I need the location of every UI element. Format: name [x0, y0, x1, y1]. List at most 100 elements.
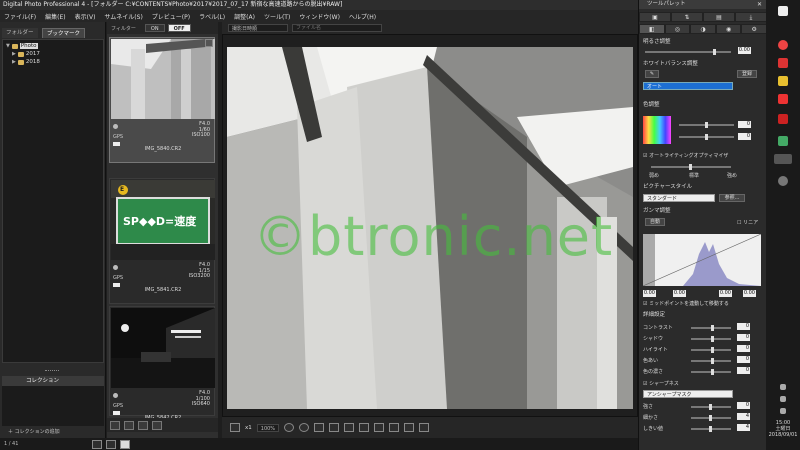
detail-highlight-value[interactable]: 0	[737, 345, 750, 352]
gamma-auto-button[interactable]: 自動	[645, 218, 665, 226]
panel-toggle-icon[interactable]	[419, 423, 430, 432]
detail-shadow-value[interactable]: 0	[737, 334, 750, 341]
af-point-icon[interactable]	[374, 423, 385, 432]
app-icon[interactable]	[778, 114, 788, 124]
zoom-x1-button[interactable]: x1	[245, 425, 252, 431]
menu-file[interactable]: ファイル(F)	[4, 12, 36, 21]
network-icon[interactable]	[780, 396, 786, 402]
brightness-slider[interactable]	[645, 49, 731, 55]
media-icon[interactable]	[778, 94, 788, 104]
chrome-icon[interactable]	[778, 40, 788, 50]
thumbnail-item[interactable]: F4.01/100ISO640 GPS IMG_5842.CR2	[109, 306, 215, 421]
crop-icon[interactable]	[314, 423, 325, 432]
view-list-icon[interactable]	[152, 420, 162, 430]
gamma-link-checkbox[interactable]: ☑ ミッドポイントを連動して移動する	[643, 300, 729, 307]
rotate-icon[interactable]	[329, 423, 340, 432]
menu-view[interactable]: 表示(V)	[75, 12, 96, 21]
sharpness-checkbox[interactable]: ☑ シャープネス	[643, 380, 679, 387]
expand-icon[interactable]: ▶	[12, 51, 16, 57]
detail-saturation-value[interactable]: 0	[737, 367, 750, 374]
menu-adjust[interactable]: 調整(A)	[234, 12, 255, 21]
menu-tools[interactable]: ツール(T)	[264, 12, 290, 21]
sharp-threshold-value[interactable]: 4	[737, 424, 750, 431]
detail-highlight-slider[interactable]	[691, 347, 731, 353]
gamma-linear-checkbox[interactable]: ☐ リニア	[737, 219, 758, 226]
tab-basic-icon[interactable]: ◧	[639, 24, 665, 34]
collapse-icon[interactable]: ▼	[6, 43, 10, 49]
sharp-strength-slider[interactable]	[691, 404, 731, 410]
layout-grid-icon[interactable]	[92, 439, 103, 449]
gamma-value-1[interactable]: 0.00	[643, 290, 656, 297]
auto-lighting-checkbox[interactable]: ☑ オートライティングオプティマイザ	[643, 152, 728, 159]
filter-off-toggle[interactable]: OFF	[167, 24, 191, 32]
filter-on-toggle[interactable]: ON	[144, 24, 165, 32]
wb-register-button[interactable]: 登録	[737, 70, 757, 78]
tree-item-photo[interactable]: ▼ Photo	[6, 43, 38, 49]
notes-icon[interactable]	[778, 76, 788, 86]
zoom-in-icon[interactable]	[299, 423, 310, 432]
detail-contrast-value[interactable]: 0	[737, 323, 750, 330]
highlight-alert-icon[interactable]	[389, 423, 400, 432]
zoom-select[interactable]: 100%	[256, 423, 280, 432]
start-icon[interactable]	[778, 6, 788, 16]
sharp-threshold-slider[interactable]	[691, 426, 731, 432]
picture-style-select[interactable]: スタンダード	[643, 194, 715, 202]
zoom-loupe-icon[interactable]	[205, 39, 213, 47]
brightness-value[interactable]: 0.00	[738, 47, 751, 54]
mail-icon[interactable]	[778, 58, 788, 68]
tab-tone-icon[interactable]: ◑	[690, 24, 716, 34]
color-wheel[interactable]	[643, 116, 671, 144]
wb-select[interactable]: オート	[643, 82, 733, 90]
taskbar-clock[interactable]: 15:00 土曜日 2018/09/01	[768, 420, 798, 438]
sort-select[interactable]: 撮影日時順	[228, 24, 288, 32]
tab-color-icon[interactable]: ◉	[715, 24, 742, 34]
layout-split-icon[interactable]	[106, 439, 117, 449]
tree-item-2018[interactable]: ▶ 2018	[12, 59, 40, 65]
auto-lighting-slider[interactable]	[651, 164, 731, 170]
sharp-strength-value[interactable]: 0	[737, 402, 750, 409]
tone-slider-1[interactable]	[679, 122, 734, 128]
tab-crop-icon[interactable]: ▤	[703, 12, 735, 22]
photos-icon[interactable]	[778, 136, 788, 146]
sharp-fineness-value[interactable]: 4	[737, 413, 750, 420]
close-icon[interactable]: ✕	[757, 1, 762, 8]
tone-value-1[interactable]: 0	[738, 121, 751, 128]
view-small-icon[interactable]	[138, 420, 148, 430]
expand-icon[interactable]: ▶	[12, 59, 16, 65]
gamma-value-2[interactable]: 0.00	[673, 290, 686, 297]
gamma-value-4[interactable]: 0.00	[743, 290, 756, 297]
tone-value-2[interactable]: 0	[738, 133, 751, 140]
dpp-taskbar-icon[interactable]	[774, 154, 792, 164]
add-collection-button[interactable]: ＋ コレクションの追加	[8, 428, 60, 435]
layout-single-icon[interactable]	[120, 439, 131, 449]
sharpness-select[interactable]: アンシャープマスク	[643, 390, 733, 398]
menu-edit[interactable]: 編集(E)	[45, 12, 65, 21]
tray-chevron-icon[interactable]	[780, 384, 786, 390]
tree-item-2017[interactable]: ▶ 2017	[12, 51, 40, 57]
compare-icon[interactable]	[359, 423, 370, 432]
detail-hue-value[interactable]: 0	[737, 356, 750, 363]
filename-input[interactable]	[292, 24, 382, 32]
menu-preview[interactable]: プレビュー(P)	[152, 12, 190, 21]
detail-saturation-slider[interactable]	[691, 369, 731, 375]
eyedropper-icon[interactable]: ✎	[645, 70, 659, 78]
gear-icon[interactable]	[778, 176, 788, 186]
grid-icon[interactable]	[344, 423, 355, 432]
volume-icon[interactable]	[780, 408, 786, 414]
thumbnail-item[interactable]: E SP◆◆D=速度 F4.0 1/15 ISO3200 GPS IMG_5841.…	[109, 178, 215, 304]
tab-settings-icon[interactable]: ⚙	[741, 24, 767, 34]
tab-lens-icon[interactable]: ◎	[664, 24, 691, 34]
picture-style-browse-button[interactable]: 参照...	[719, 194, 745, 202]
sharp-fineness-slider[interactable]	[691, 415, 731, 421]
fit-screen-icon[interactable]	[230, 423, 240, 432]
menu-window[interactable]: ウィンドウ(W)	[299, 12, 340, 21]
tab-export-icon[interactable]: ⤓	[735, 12, 767, 22]
detail-contrast-slider[interactable]	[691, 325, 731, 331]
detail-shadow-slider[interactable]	[691, 336, 731, 342]
settings-icon[interactable]	[404, 423, 415, 432]
panel-splitter[interactable]	[45, 370, 59, 372]
thumbnail-item[interactable]: F4.0 1/60 ISO100 GPS IMG_5840.CR2	[109, 37, 215, 163]
tab-adjust-icon[interactable]: ⇅	[671, 12, 703, 22]
gamma-value-3[interactable]: 0.00	[719, 290, 732, 297]
tone-slider-2[interactable]	[679, 134, 734, 140]
